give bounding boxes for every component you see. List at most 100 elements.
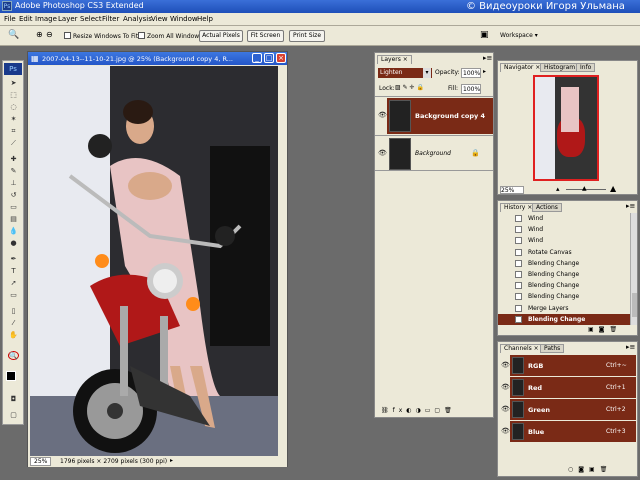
visibility-eye-icon[interactable]: 👁 (378, 149, 387, 157)
panel-menu-icon[interactable]: ▸≡ (626, 343, 635, 351)
quick-mask-icon[interactable]: ◘ (8, 395, 19, 404)
history-footer-icons[interactable]: ▣◙🗑 (588, 326, 622, 333)
menu-layer[interactable]: Layer (58, 15, 78, 23)
visibility-eye-icon[interactable]: 👁 (501, 361, 510, 369)
panel-menu-icon[interactable]: ▸≡ (626, 202, 635, 210)
minimize-icon[interactable]: _ (252, 53, 262, 63)
menu-select[interactable]: Select (80, 15, 102, 23)
document-window: ▦ 2007-04-13--11-10-21.jpg @ 25% (Backgr… (27, 51, 288, 467)
menu-edit[interactable]: Edit (19, 15, 33, 23)
path-selection-tool-icon[interactable]: ➚ (8, 279, 19, 288)
visibility-eye-icon[interactable]: 👁 (378, 111, 387, 119)
workspace-menu[interactable]: Workspace ▾ (500, 32, 538, 39)
history-item[interactable]: Blending Change (498, 280, 630, 291)
menu-file[interactable]: File (4, 15, 16, 23)
clone-stamp-tool-icon[interactable]: ⊥ (8, 179, 19, 188)
menu-analysis[interactable]: Analysis (123, 15, 152, 23)
tab-navigator[interactable]: Navigator × (500, 63, 545, 72)
blur-tool-icon[interactable]: 💧 (8, 227, 19, 236)
zoom-in-mountain-icon[interactable]: ▲ (610, 184, 616, 193)
panel-menu-icon[interactable]: ▸≡ (483, 54, 492, 62)
history-item[interactable]: Wind (498, 224, 630, 235)
layer-row[interactable]: 👁 Background 🔒 (375, 135, 493, 171)
tab-actions[interactable]: Actions (532, 203, 562, 212)
history-item[interactable]: Blending Change (498, 269, 630, 280)
history-brush-tool-icon[interactable]: ↺ (8, 191, 19, 200)
image-canvas[interactable] (30, 66, 278, 456)
eraser-tool-icon[interactable]: ▭ (8, 203, 19, 212)
actual-pixels-button[interactable]: Actual Pixels (199, 30, 243, 42)
fill-input[interactable]: 100% (461, 84, 481, 94)
tab-channels[interactable]: Channels × (500, 344, 543, 353)
zoom-out-icon[interactable]: ⊖ (46, 30, 53, 39)
menu-window[interactable]: Window (170, 15, 198, 23)
crop-tool-icon[interactable]: ⌗ (8, 127, 19, 136)
lasso-tool-icon[interactable]: ◌ (8, 103, 19, 112)
marquee-tool-icon[interactable]: ⬚ (8, 91, 19, 100)
hand-tool-icon[interactable]: ✋ (8, 331, 19, 340)
tab-paths[interactable]: Paths (540, 344, 565, 353)
blend-mode-select[interactable]: Lighten ▾ (378, 68, 432, 78)
channel-row[interactable]: 👁 Red Ctrl+1 (498, 377, 637, 399)
history-item[interactable]: Wind (498, 213, 630, 224)
history-item[interactable]: Blending Change (498, 313, 630, 325)
document-title-bar[interactable]: ▦ 2007-04-13--11-10-21.jpg @ 25% (Backgr… (28, 52, 287, 65)
layer-row[interactable]: 👁 Background copy 4 (375, 96, 493, 134)
menu-filter[interactable]: Filter (102, 15, 119, 23)
shape-tool-icon[interactable]: ▭ (8, 291, 19, 300)
tab-history[interactable]: History × (500, 203, 537, 212)
notes-tool-icon[interactable]: ▯ (8, 307, 19, 316)
brush-tool-icon[interactable]: ✎ (8, 167, 19, 176)
navigator-zoom-field[interactable]: 25% (500, 186, 524, 194)
maximize-icon[interactable]: □ (264, 53, 274, 63)
pen-tool-icon[interactable]: ✒ (8, 255, 19, 264)
palette-well-icon[interactable]: ▣ (480, 30, 489, 40)
zoom-level-field[interactable]: 25% (30, 457, 52, 466)
zoom-slider-thumb[interactable]: ▲ (582, 185, 587, 192)
tab-info[interactable]: Info (576, 63, 596, 72)
dodge-tool-icon[interactable]: ● (8, 239, 19, 248)
visibility-eye-icon[interactable]: 👁 (501, 427, 510, 435)
channel-row[interactable]: 👁 Blue Ctrl+3 (498, 421, 637, 443)
menu-view[interactable]: View (151, 15, 168, 23)
status-menu-arrow-icon[interactable]: ▸ (170, 457, 173, 464)
gradient-tool-icon[interactable]: ▤ (8, 215, 19, 224)
channel-row[interactable]: 👁 Green Ctrl+2 (498, 399, 637, 421)
visibility-eye-icon[interactable]: 👁 (501, 405, 510, 413)
layers-footer-icons[interactable]: ⛓fx◐◑▭▢🗑 (375, 407, 493, 418)
menu-image[interactable]: Image (35, 15, 57, 23)
history-item[interactable]: Merge Layers (498, 303, 630, 314)
print-size-button[interactable]: Print Size (289, 30, 325, 42)
navigator-preview[interactable] (533, 75, 599, 181)
history-item[interactable]: Blending Change (498, 291, 630, 302)
visibility-eye-icon[interactable]: 👁 (501, 383, 510, 391)
channels-footer-icons[interactable]: ○◙▣🗑 (568, 466, 612, 473)
zoom-tool-active-icon[interactable]: 🔍 (8, 351, 19, 360)
history-item[interactable]: Blending Change (498, 258, 630, 269)
zoom-in-icon[interactable]: ⊕ (36, 30, 43, 39)
opacity-input[interactable]: 100% (461, 68, 481, 78)
tab-histogram[interactable]: Histogram (540, 63, 580, 72)
move-tool-icon[interactable]: ➤ (8, 79, 19, 88)
lock-options-icon[interactable]: ▨ ✎ ✛ 🔒 (395, 84, 424, 91)
foreground-color-swatch[interactable] (6, 371, 16, 381)
eyedropper-tool-icon[interactable]: ⁄ (8, 319, 19, 328)
tab-layers[interactable]: Layers × (377, 55, 412, 64)
resize-windows-checkbox[interactable]: Resize Windows To Fit (64, 32, 138, 40)
zoom-tool-icon[interactable]: 🔍 (8, 30, 19, 40)
menu-help[interactable]: Help (197, 15, 213, 23)
magic-wand-tool-icon[interactable]: ✶ (8, 115, 19, 124)
screen-mode-icon[interactable]: ▢ (8, 411, 19, 420)
slice-tool-icon[interactable]: ⟋ (8, 139, 19, 148)
zoom-all-windows-checkbox[interactable]: Zoom All Windows (138, 32, 202, 40)
channel-row[interactable]: 👁 RGB Ctrl+~ (498, 355, 637, 377)
fit-screen-button[interactable]: Fit Screen (247, 30, 284, 42)
history-scrollbar[interactable] (630, 213, 637, 325)
history-item[interactable]: Rotate Canvas (498, 247, 630, 258)
zoom-out-mountain-icon[interactable]: ▴ (556, 185, 560, 193)
close-icon[interactable]: × (276, 53, 286, 63)
type-tool-icon[interactable]: T (8, 267, 19, 276)
healing-brush-tool-icon[interactable]: ✚ (8, 155, 19, 164)
history-item[interactable]: Wind (498, 235, 630, 246)
opacity-arrow-icon[interactable]: ▸ (483, 68, 486, 75)
